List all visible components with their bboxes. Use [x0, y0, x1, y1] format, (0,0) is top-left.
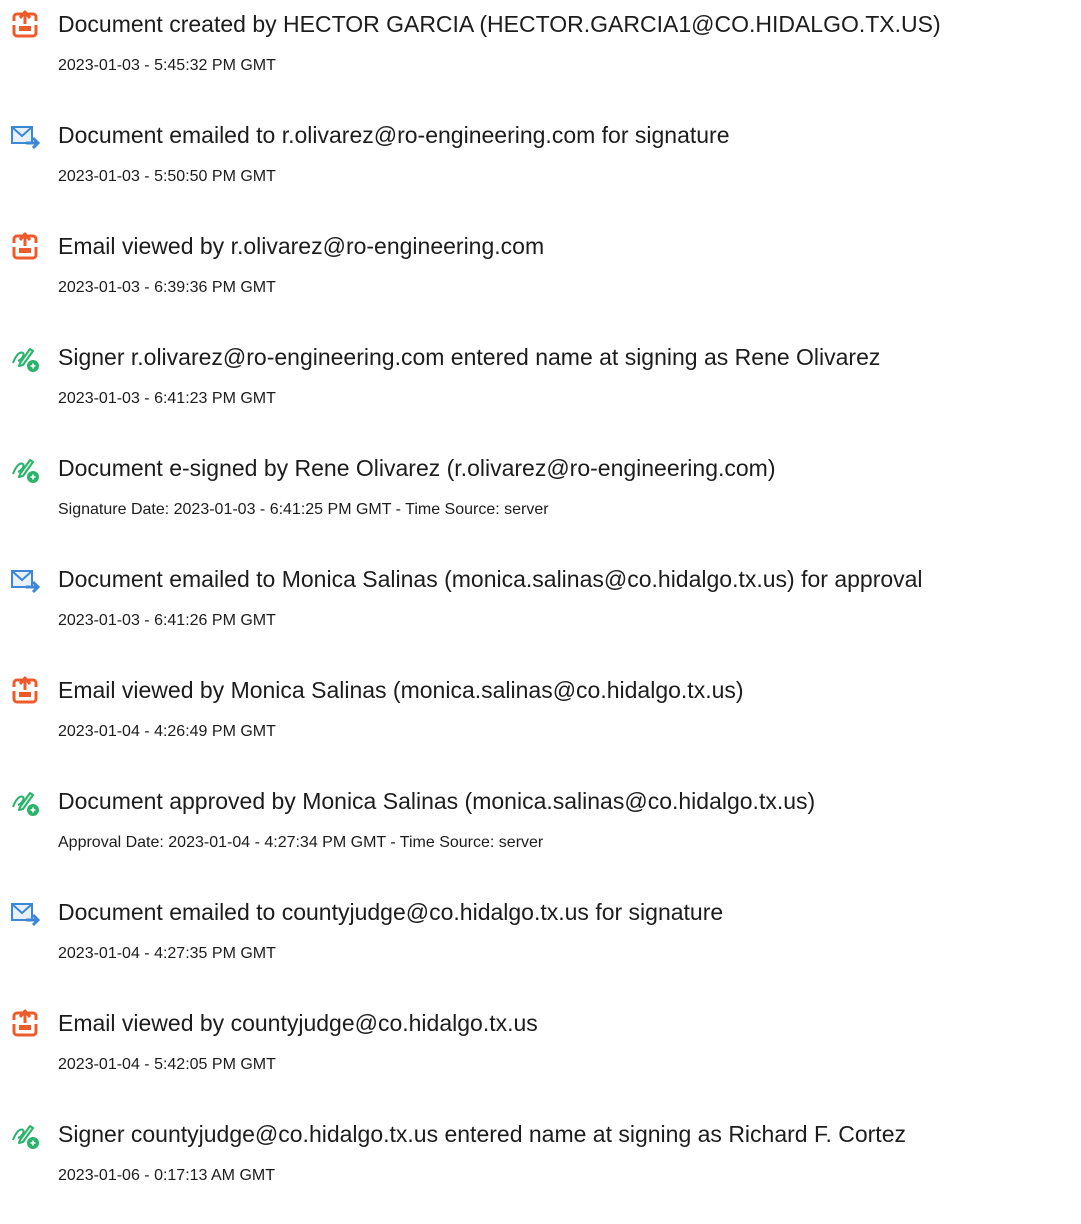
email-sent-icon: [10, 565, 40, 595]
signature-pen-icon: [10, 1120, 40, 1150]
email-sent-icon: [10, 898, 40, 928]
event-approval-date: Approval Date: 2023-01-04 - 4:27:34 PM G…: [58, 834, 544, 851]
event-title: Document approved by Monica Salinas (mon…: [58, 788, 816, 814]
event-timestamp: 2023-01-03 - 6:39:36 PM GMT: [58, 279, 276, 296]
event-timestamp: 2023-01-06 - 0:17:13 AM GMT: [58, 1167, 275, 1184]
document-created-icon: [10, 10, 40, 40]
event-title: Email viewed by countyjudge@co.hidalgo.t…: [58, 1010, 538, 1036]
audit-event: Document emailed to countyjudge@co.hidal…: [0, 888, 1081, 988]
event-timestamp: 2023-01-04 - 5:42:05 PM GMT: [58, 1056, 276, 1073]
signature-pen-icon: [10, 454, 40, 484]
event-title: Document emailed to countyjudge@co.hidal…: [58, 899, 724, 925]
event-title: Document e-signed by Rene Olivarez (r.ol…: [58, 455, 776, 481]
audit-event: Email viewed by Monica Salinas (monica.s…: [0, 666, 1081, 766]
audit-event: Signer countyjudge@co.hidalgo.tx.us ente…: [0, 1110, 1081, 1210]
audit-event: Email viewed by r.olivarez@ro-engineerin…: [0, 222, 1081, 322]
event-title: Email viewed by Monica Salinas (monica.s…: [58, 677, 744, 703]
event-signature-date: Signature Date: 2023-01-03 - 6:41:25 PM …: [58, 501, 549, 518]
document-created-icon: [10, 1009, 40, 1039]
audit-event: Document emailed to Monica Salinas (moni…: [0, 555, 1081, 655]
audit-event: Document emailed to r.olivarez@ro-engine…: [0, 111, 1081, 211]
event-timestamp: 2023-01-03 - 6:41:26 PM GMT: [58, 612, 276, 629]
audit-event: Document approved by Monica Salinas (mon…: [0, 777, 1081, 877]
event-timestamp: 2023-01-04 - 4:26:49 PM GMT: [58, 723, 276, 740]
audit-event: Signer r.olivarez@ro-engineering.com ent…: [0, 333, 1081, 433]
audit-event: Document e-signed by Rene Olivarez (r.ol…: [0, 444, 1081, 544]
event-timestamp: 2023-01-03 - 5:45:32 PM GMT: [58, 57, 276, 74]
event-timestamp: 2023-01-03 - 6:41:23 PM GMT: [58, 390, 276, 407]
audit-event: Email viewed by countyjudge@co.hidalgo.t…: [0, 999, 1081, 1099]
event-timestamp: 2023-01-03 - 5:50:50 PM GMT: [58, 168, 276, 185]
document-created-icon: [10, 676, 40, 706]
audit-event: Document created by HECTOR GARCIA (HECTO…: [0, 0, 1081, 100]
event-title: Document emailed to r.olivarez@ro-engine…: [58, 122, 730, 148]
event-title: Email viewed by r.olivarez@ro-engineerin…: [58, 233, 545, 259]
signature-pen-icon: [10, 343, 40, 373]
event-title: Document created by HECTOR GARCIA (HECTO…: [58, 11, 941, 37]
event-title: Signer countyjudge@co.hidalgo.tx.us ente…: [58, 1121, 906, 1147]
event-timestamp: 2023-01-04 - 4:27:35 PM GMT: [58, 945, 276, 962]
document-created-icon: [10, 232, 40, 262]
event-title: Document emailed to Monica Salinas (moni…: [58, 566, 923, 592]
event-title: Signer r.olivarez@ro-engineering.com ent…: [58, 344, 881, 370]
email-sent-icon: [10, 121, 40, 151]
signature-pen-icon: [10, 787, 40, 817]
